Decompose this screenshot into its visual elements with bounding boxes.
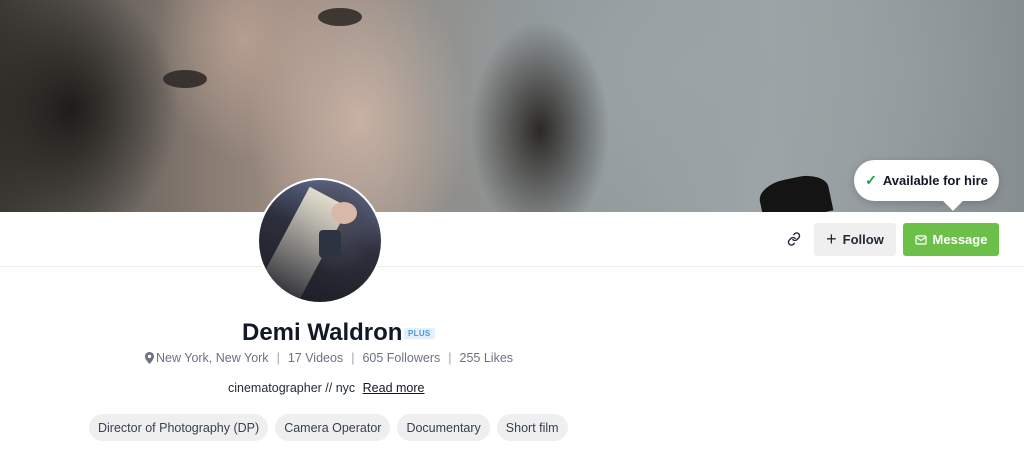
location: New York, New York — [145, 351, 269, 365]
avatar-face — [331, 202, 357, 224]
cover-photo-eye — [318, 8, 362, 26]
message-button[interactable]: Message — [903, 223, 999, 256]
profile-stats: New York, New York | 17 Videos | 605 Fol… — [145, 351, 513, 365]
read-more-link[interactable]: Read more — [363, 381, 425, 395]
link-icon — [787, 232, 801, 246]
cover-photo-object — [756, 171, 834, 212]
plus-icon: + — [826, 228, 837, 249]
location-label: New York, New York — [156, 351, 269, 365]
role-tags: Director of Photography (DP) Camera Oper… — [89, 414, 568, 441]
envelope-icon — [914, 234, 927, 245]
plus-badge: PLUS — [404, 328, 435, 339]
tag-camera-operator[interactable]: Camera Operator — [275, 414, 391, 441]
follow-button[interactable]: + Follow — [814, 223, 896, 256]
cover-photo-shadow-right — [470, 20, 610, 212]
likes-count: 255 Likes — [459, 351, 514, 365]
check-icon: ✓ — [865, 172, 877, 188]
profile-name: Demi Waldron — [242, 319, 403, 346]
stats-divider: | — [351, 351, 355, 365]
stats-divider: | — [448, 351, 452, 365]
avatar-camera — [319, 230, 341, 258]
follow-label: Follow — [842, 232, 884, 247]
available-for-hire-label: Available for hire — [882, 173, 988, 188]
tag-documentary[interactable]: Documentary — [397, 414, 490, 441]
cover-photo-eye — [163, 70, 207, 88]
stats-divider: | — [276, 351, 280, 365]
available-for-hire-badge: ✓ Available for hire — [854, 160, 999, 201]
tag-short-film[interactable]: Short film — [496, 414, 568, 441]
message-label: Message — [932, 232, 988, 247]
followers-count[interactable]: 605 Followers — [362, 351, 440, 365]
location-pin-icon — [145, 352, 154, 364]
bio-text: cinematographer // nyc — [228, 381, 356, 395]
tag-director-of-photography[interactable]: Director of Photography (DP) — [89, 414, 269, 441]
profile-avatar[interactable] — [257, 178, 383, 304]
cover-photo-shadow-left — [0, 0, 180, 212]
profile-bio: cinematographer // nyc Read more — [228, 381, 424, 395]
videos-count[interactable]: 17 Videos — [288, 351, 343, 365]
copy-link-button[interactable] — [780, 224, 808, 254]
